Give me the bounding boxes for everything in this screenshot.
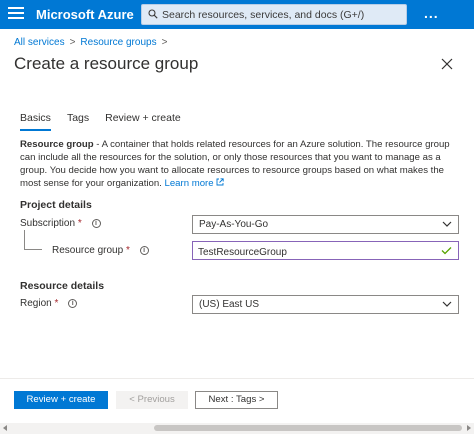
required-marker: *: [54, 298, 59, 309]
footer-divider: [0, 378, 474, 379]
info-icon[interactable]: i: [139, 245, 149, 255]
breadcrumb-resource-groups[interactable]: Resource groups: [80, 37, 156, 48]
info-icon[interactable]: i: [68, 298, 78, 308]
global-search[interactable]: [141, 4, 407, 25]
brand-title[interactable]: Microsoft Azure: [36, 7, 134, 22]
region-select[interactable]: (US) East US: [192, 295, 459, 314]
required-marker: *: [77, 218, 82, 229]
scroll-left-icon[interactable]: [3, 425, 7, 431]
resource-group-field[interactable]: [192, 241, 459, 261]
tree-connector: [24, 230, 25, 249]
breadcrumb-separator: >: [69, 37, 76, 48]
required-marker: *: [125, 245, 130, 256]
subscription-label-text: Subscription: [20, 218, 76, 229]
close-icon[interactable]: [440, 57, 454, 71]
scroll-right-icon[interactable]: [467, 425, 471, 431]
tab-basics[interactable]: Basics: [20, 112, 51, 131]
learn-more-text: Learn more: [164, 178, 214, 189]
resource-details-heading: Resource details: [20, 280, 105, 292]
subscription-label: Subscription * i: [20, 218, 101, 229]
more-options-icon[interactable]: ...: [424, 5, 439, 21]
project-details-heading: Project details: [20, 199, 92, 211]
breadcrumb: All services > Resource groups >: [14, 37, 172, 48]
review-create-button[interactable]: Review + create: [14, 391, 108, 409]
resource-group-label: Resource group * i: [52, 245, 149, 256]
breadcrumb-separator: >: [161, 37, 168, 48]
description: Resource group - A container that holds …: [20, 138, 460, 190]
tab-strip: Basics Tags Review + create: [20, 112, 197, 131]
tab-review-create[interactable]: Review + create: [105, 112, 181, 131]
checkmark-icon: [441, 247, 452, 255]
hamburger-menu-icon[interactable]: [8, 7, 24, 21]
region-label: Region * i: [20, 298, 78, 309]
tab-tags[interactable]: Tags: [67, 112, 89, 131]
chevron-down-icon: [442, 301, 452, 307]
info-icon[interactable]: i: [91, 218, 101, 228]
resource-group-label-text: Resource group: [52, 245, 124, 256]
tree-connector: [24, 249, 42, 250]
description-bold: Resource group: [20, 139, 94, 150]
search-icon: [148, 9, 158, 19]
chevron-down-icon: [442, 221, 452, 227]
next-tags-button[interactable]: Next : Tags >: [195, 391, 278, 409]
top-bar: Microsoft Azure ...: [0, 0, 474, 29]
page-title: Create a resource group: [14, 54, 199, 73]
region-value: (US) East US: [199, 299, 260, 310]
search-input[interactable]: [162, 5, 402, 24]
scrollbar-thumb[interactable]: [154, 425, 462, 431]
region-label-text: Region: [20, 298, 52, 309]
resource-group-input[interactable]: [193, 244, 423, 261]
subscription-value: Pay-As-You-Go: [199, 219, 269, 230]
learn-more-link[interactable]: Learn more: [165, 178, 225, 189]
previous-button[interactable]: < Previous: [116, 391, 188, 409]
breadcrumb-all-services[interactable]: All services: [14, 37, 65, 48]
horizontal-scrollbar[interactable]: [0, 423, 474, 434]
subscription-select[interactable]: Pay-As-You-Go: [192, 215, 459, 234]
external-link-icon: [216, 178, 224, 186]
